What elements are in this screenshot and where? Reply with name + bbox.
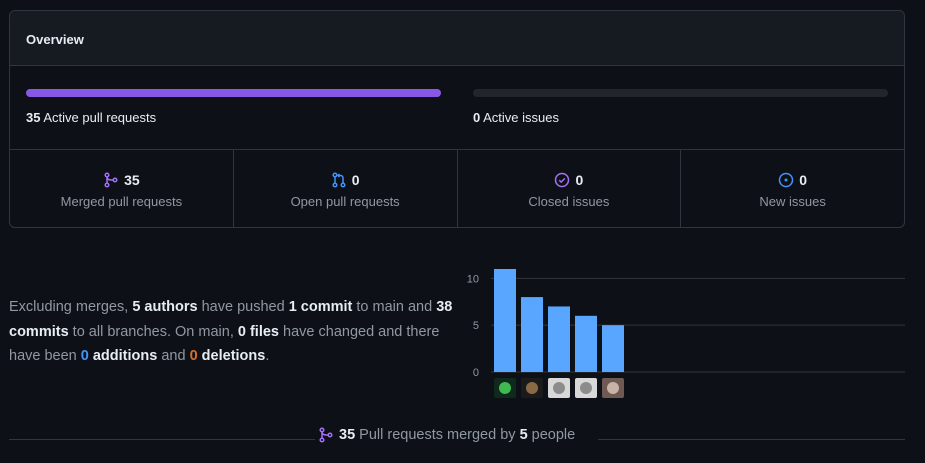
chart-y-tick-label: 5 xyxy=(473,320,479,332)
deletions-count: 0 xyxy=(189,348,198,364)
open-label: Open pull requests xyxy=(290,194,400,209)
active-issues-count: 0 xyxy=(473,110,481,125)
merged-by-text: Pull requests merged by xyxy=(355,427,520,443)
active-pull-requests[interactable]: 35 Active pull requests xyxy=(26,66,441,150)
overview-header: Overview xyxy=(10,11,904,66)
author-avatar-glyph xyxy=(499,382,511,394)
summary-text: and xyxy=(157,348,190,364)
summary-text: Excluding merges, xyxy=(9,299,133,315)
additions-label: additions xyxy=(88,348,158,364)
stats-row: 35 Merged pull requests 0 Open pull requ… xyxy=(10,150,904,227)
git-merge-icon xyxy=(103,172,119,188)
files-changed: 0 files xyxy=(237,323,279,340)
footer-divider-left xyxy=(9,439,315,440)
summary-text: to all branches. On main, xyxy=(68,323,238,340)
chart-y-tick-label: 0 xyxy=(473,367,479,379)
chart-bar xyxy=(521,297,543,372)
git-pull-request-icon xyxy=(331,172,347,188)
open-count: 0 xyxy=(351,172,360,188)
stat-open-pull-requests[interactable]: 0 Open pull requests xyxy=(234,150,458,227)
footer-divider-right xyxy=(598,439,905,440)
new-count: 0 xyxy=(799,172,808,188)
new-label: New issues xyxy=(759,194,826,209)
author-avatar-glyph xyxy=(580,382,592,394)
people-count: 5 xyxy=(519,427,528,443)
closed-label: Closed issues xyxy=(528,194,610,209)
author-avatar-glyph xyxy=(553,382,565,394)
chart-bar xyxy=(575,315,597,372)
chart-bar xyxy=(494,269,516,372)
merged-count: 35 xyxy=(124,172,140,188)
chart-bar xyxy=(602,325,624,372)
activity-progress: 35 Active pull requests 0 Active issues xyxy=(10,66,904,150)
issues-progress-bar xyxy=(473,89,888,97)
summary-text: . xyxy=(265,348,270,364)
closed-count: 0 xyxy=(575,172,584,188)
issue-opened-icon xyxy=(778,172,794,188)
commit-main-link[interactable]: 1 commit xyxy=(289,299,353,315)
people-word: people xyxy=(527,427,576,443)
active-issues-label[interactable]: Active issues xyxy=(483,110,559,125)
stat-closed-issues[interactable]: 0 Closed issues xyxy=(458,150,682,227)
summary-text: to main and xyxy=(352,299,437,315)
additions-count: 0 xyxy=(80,348,89,364)
merged-by-summary[interactable]: 35 Pull requests merged by 5 people xyxy=(318,427,575,443)
commits-by-author-chart: 0 5 10 xyxy=(460,262,910,407)
chart-bar xyxy=(548,306,570,372)
active-pull-requests-count: 35 xyxy=(26,110,41,125)
merged-label: Merged pull requests xyxy=(60,194,183,209)
overview-panel: Overview 35 Active pull requests 0 Activ… xyxy=(9,10,905,228)
summary-text: have pushed xyxy=(197,299,289,315)
author-avatar-glyph xyxy=(526,382,538,394)
merged-pr-count: 35 xyxy=(339,427,356,443)
git-merge-icon xyxy=(318,427,334,443)
chart-y-tick-label: 10 xyxy=(467,273,479,285)
active-issues[interactable]: 0 Active issues xyxy=(473,66,888,150)
authors-link[interactable]: 5 authors xyxy=(132,299,197,315)
active-pull-requests-label[interactable]: Active pull requests xyxy=(43,110,156,125)
pull-requests-progress-bar xyxy=(26,89,441,97)
author-avatar-glyph xyxy=(607,382,619,394)
issue-closed-icon xyxy=(554,172,570,188)
stat-new-issues[interactable]: 0 New issues xyxy=(681,150,904,227)
commit-summary: Excluding merges, 5 authors have pushed … xyxy=(9,295,464,369)
stat-merged-pull-requests[interactable]: 35 Merged pull requests xyxy=(10,150,234,227)
deletions-label: deletions xyxy=(197,348,266,364)
chart-svg: 0 5 10 xyxy=(467,269,905,398)
pull-requests-progress-fill xyxy=(26,89,441,97)
